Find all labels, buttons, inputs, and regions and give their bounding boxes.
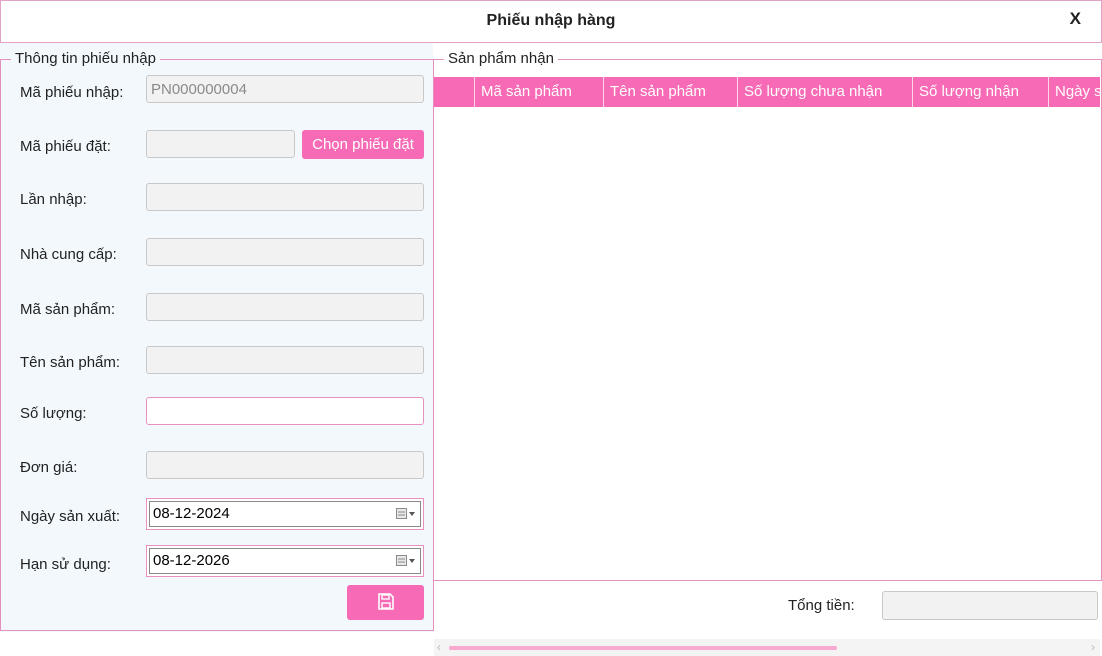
supplier-label: Nhà cung cấp: — [20, 246, 117, 263]
manufacture-date-value: 08-12-2024 — [153, 505, 230, 522]
manufacture-date-label: Ngày sản xuất: — [20, 508, 121, 525]
order-code-field[interactable] — [146, 130, 295, 158]
product-code-field[interactable] — [146, 293, 424, 321]
expiry-date-label: Hạn sử dụng: — [20, 556, 111, 573]
manufacture-date-picker[interactable]: 08-12-2024 — [146, 498, 424, 530]
floppy-disk-icon — [377, 593, 394, 610]
import-count-field[interactable] — [146, 183, 424, 211]
product-name-field[interactable] — [146, 346, 424, 374]
scroll-left-icon[interactable]: ‹ — [437, 639, 441, 656]
order-code-label: Mã phiếu đặt: — [20, 138, 111, 155]
received-products-table[interactable]: Mã sản phẩm Tên sản phẩm Số lượng chưa n… — [434, 77, 1100, 656]
row-header-corner — [434, 77, 474, 107]
unit-price-field[interactable] — [146, 451, 424, 479]
unit-price-label: Đơn giá: — [20, 459, 78, 476]
supplier-field[interactable] — [146, 238, 424, 266]
quantity-label: Số lượng: — [20, 405, 87, 422]
total-label: Tổng tiền: — [788, 597, 855, 614]
receipt-info-legend: Thông tin phiếu nhập — [11, 50, 160, 67]
calendar-dropdown-icon[interactable] — [396, 508, 416, 520]
scrollbar-thumb[interactable] — [449, 646, 837, 650]
horizontal-scrollbar[interactable]: ‹ › — [434, 639, 1100, 656]
window-title: Phiếu nhập hàng — [486, 12, 616, 29]
scroll-right-icon[interactable]: › — [1091, 639, 1095, 656]
col-header-manufacture-date[interactable]: Ngày sả — [1048, 77, 1100, 107]
col-header-qty-received[interactable]: Số lượng nhận — [912, 77, 1048, 107]
save-button[interactable] — [347, 585, 424, 620]
expiry-date-value: 08-12-2026 — [153, 552, 230, 569]
receipt-code-field[interactable] — [146, 75, 424, 103]
product-name-label: Tên sản phẩm: — [20, 354, 121, 371]
choose-order-button[interactable]: Chọn phiếu đặt — [302, 130, 424, 159]
received-products-legend: Sản phẩm nhận — [444, 50, 558, 67]
product-code-label: Mã sản phẩm: — [20, 301, 116, 318]
import-count-label: Lần nhập: — [20, 191, 87, 208]
calendar-dropdown-icon[interactable] — [396, 555, 416, 567]
expiry-date-picker[interactable]: 08-12-2026 — [146, 545, 424, 577]
title-bar: Phiếu nhập hàng X — [0, 0, 1102, 43]
col-header-qty-not-received[interactable]: Số lượng chưa nhận — [737, 77, 912, 107]
quantity-field[interactable] — [146, 397, 424, 425]
table-header: Mã sản phẩm Tên sản phẩm Số lượng chưa n… — [434, 77, 1100, 107]
close-button[interactable]: X — [1070, 9, 1081, 29]
receipt-code-label: Mã phiếu nhập: — [20, 84, 124, 101]
total-field[interactable] — [882, 591, 1098, 620]
col-header-product-code[interactable]: Mã sản phẩm — [474, 77, 603, 107]
col-header-product-name[interactable]: Tên sản phẩm — [603, 77, 737, 107]
